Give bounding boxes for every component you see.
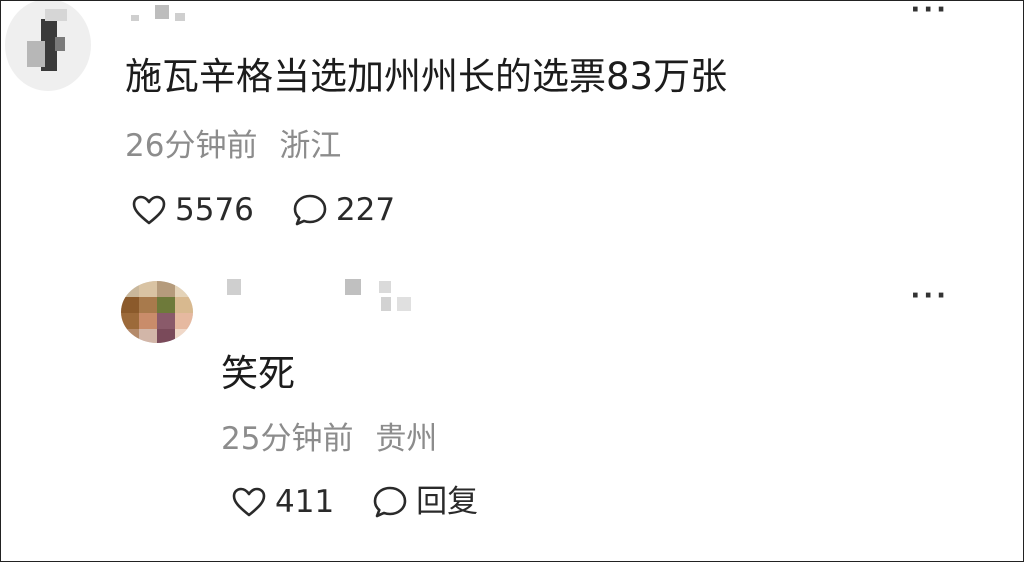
more-dots-icon[interactable]: ··· bbox=[910, 283, 949, 309]
avatar[interactable] bbox=[121, 281, 193, 343]
avatar[interactable] bbox=[5, 1, 91, 91]
comment-time: 26分钟前 bbox=[125, 128, 258, 164]
more-dots-icon[interactable]: ··· bbox=[910, 1, 949, 23]
speech-bubble-icon bbox=[372, 485, 408, 519]
comment-actions: 5576 227 bbox=[131, 193, 395, 227]
comment-location: 浙江 bbox=[279, 128, 342, 164]
heart-outline-icon bbox=[131, 194, 167, 226]
reply-button[interactable]: 回复 bbox=[372, 485, 478, 519]
heart-outline-icon bbox=[231, 486, 267, 518]
comment-text: 施瓦辛格当选加州州长的选票83万张 bbox=[125, 55, 728, 98]
like-button[interactable]: 411 bbox=[231, 486, 334, 518]
reply-count: 227 bbox=[335, 191, 396, 228]
speech-bubble-icon bbox=[292, 193, 328, 227]
reply-count-button[interactable]: 227 bbox=[292, 193, 395, 227]
reply-actions: 411 回复 bbox=[231, 485, 478, 519]
reply-location: 贵州 bbox=[375, 421, 438, 457]
reply-text: 笑死 bbox=[221, 352, 295, 395]
reply-meta: 25分钟前 贵州 bbox=[221, 424, 437, 455]
reply-item: ··· 笑死 25分钟前 贵州 411 回复 bbox=[1, 259, 1023, 559]
comment-item: ··· 施瓦辛格当选加州州长的选票83万张 26分钟前 浙江 5576 227 bbox=[1, 1, 1023, 259]
comment-meta: 26分钟前 浙江 bbox=[125, 131, 341, 162]
like-button[interactable]: 5576 bbox=[131, 194, 254, 226]
like-count: 5576 bbox=[175, 191, 254, 228]
reply-label: 回复 bbox=[416, 483, 479, 520]
reply-time: 25分钟前 bbox=[221, 421, 354, 457]
comment-thread: ··· 施瓦辛格当选加州州长的选票83万张 26分钟前 浙江 5576 227 … bbox=[0, 0, 1024, 562]
username-blurred[interactable] bbox=[221, 279, 421, 319]
like-count: 411 bbox=[275, 483, 335, 520]
username-blurred[interactable] bbox=[125, 1, 205, 25]
